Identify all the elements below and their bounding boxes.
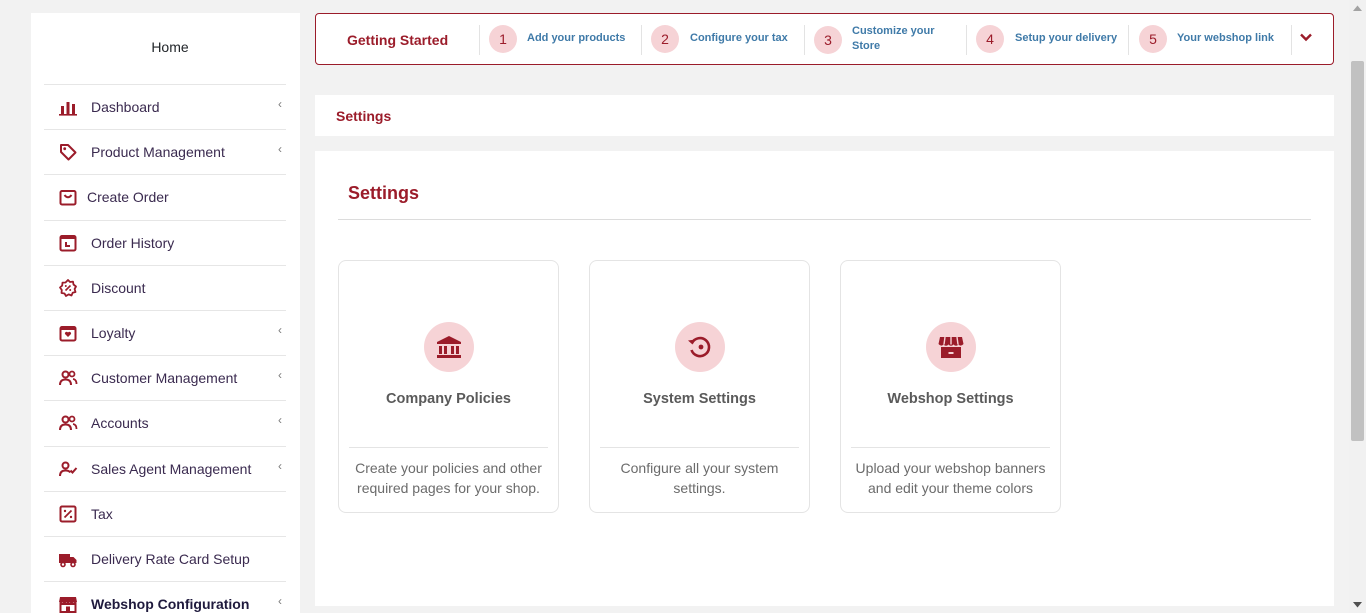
users-icon <box>58 368 78 388</box>
sidebar-item-dashboard[interactable]: Dashboard ‹ <box>44 84 286 129</box>
sidebar-item-tax[interactable]: Tax <box>44 490 286 536</box>
bar-chart-icon <box>58 97 78 117</box>
chevron-left-icon: ‹ <box>278 368 282 383</box>
truck-icon <box>58 549 78 569</box>
chevron-left-icon: ‹ <box>278 458 282 473</box>
divider <box>966 25 967 55</box>
sidebar-item-product-management[interactable]: Product Management ‹ <box>44 129 286 174</box>
chevron-left-icon: ‹ <box>278 142 282 157</box>
gift-icon <box>58 323 78 343</box>
divider <box>1128 25 1129 55</box>
stepper-title: Getting Started <box>347 32 449 48</box>
bank-icon <box>423 322 474 372</box>
chevron-left-icon: ‹ <box>278 594 282 609</box>
card-title: System Settings <box>643 391 756 407</box>
step-2-number[interactable]: 2 <box>651 25 679 53</box>
divider <box>349 447 548 448</box>
discount-badge-icon <box>58 278 78 298</box>
divider <box>338 219 1311 220</box>
chevron-left-icon: ‹ <box>278 322 282 337</box>
home-link[interactable]: Home <box>31 39 309 55</box>
step-5-link[interactable]: Your webshop link <box>1177 31 1274 46</box>
step-4-link[interactable]: Setup your delivery <box>1015 31 1117 46</box>
scrollbar-thumb[interactable] <box>1351 61 1364 441</box>
sidebar-item-customer-management[interactable]: Customer Management ‹ <box>44 355 286 400</box>
sidebar-item-order-history[interactable]: Order History <box>44 219 286 265</box>
step-4-number[interactable]: 4 <box>976 25 1004 53</box>
sidebar-item-label: Order History <box>91 234 175 251</box>
sidebar-item-label: Product Management <box>91 144 225 161</box>
users-icon <box>58 413 78 433</box>
step-2-link[interactable]: Configure your tax <box>690 31 788 46</box>
sidebar-item-loyalty[interactable]: Loyalty ‹ <box>44 309 286 355</box>
scroll-up-icon[interactable] <box>1352 4 1363 12</box>
shopping-bag-icon <box>58 187 78 207</box>
history-icon <box>674 322 725 372</box>
calendar-clock-icon <box>58 233 78 253</box>
divider <box>479 25 480 55</box>
step-3-link[interactable]: Customize your Store <box>852 24 935 54</box>
step-3-label-line1: Customize your <box>852 25 935 37</box>
step-5-number[interactable]: 5 <box>1139 25 1167 53</box>
sidebar-item-sales-agent-management[interactable]: Sales Agent Management ‹ <box>44 445 286 491</box>
sidebar-item-label: Sales Agent Management <box>91 460 252 477</box>
sidebar-item-accounts[interactable]: Accounts ‹ <box>44 400 286 445</box>
sidebar-item-label: Loyalty <box>91 325 136 342</box>
sidebar-item-label: Webshop Configuration <box>91 596 250 613</box>
chevron-left-icon: ‹ <box>278 413 282 428</box>
divider <box>1291 25 1292 55</box>
getting-started-stepper: Getting Started 1 Add your products 2 Co… <box>315 13 1334 65</box>
card-title: Webshop Settings <box>887 391 1014 407</box>
storefront-icon <box>58 594 78 613</box>
company-policies-card[interactable]: Company Policies Create your policies an… <box>338 260 559 513</box>
sidebar-item-create-order[interactable]: Create Order <box>44 174 286 219</box>
divider <box>851 447 1050 448</box>
user-check-icon <box>58 459 78 479</box>
chevron-left-icon: ‹ <box>278 97 282 111</box>
breadcrumb: Settings <box>315 95 1334 136</box>
sidebar-item-discount[interactable]: Discount <box>44 264 286 310</box>
sidebar-item-label: Accounts <box>91 415 149 432</box>
sidebar-item-label: Tax <box>91 505 113 522</box>
tag-icon <box>58 142 78 162</box>
system-settings-card[interactable]: System Settings Configure all your syste… <box>589 260 810 513</box>
scroll-down-icon[interactable] <box>1352 601 1363 609</box>
step-3-label-line2: Store <box>852 40 881 52</box>
sidebar-item-label: Dashboard <box>91 99 160 116</box>
page-title: Settings <box>348 183 420 203</box>
sidebar-item-delivery-rate-card-setup[interactable]: Delivery Rate Card Setup <box>44 535 286 581</box>
webshop-settings-card[interactable]: Webshop Settings Upload your webshop ban… <box>840 260 1061 513</box>
card-description: Create your policies and other required … <box>355 460 542 496</box>
sidebar-item-webshop-configuration[interactable]: Webshop Configuration ‹ <box>44 581 286 613</box>
divider <box>641 25 642 55</box>
sidebar-item-label: Discount <box>91 279 146 296</box>
storefront-icon <box>925 322 976 372</box>
settings-panel: Settings Company Policies Create your po… <box>315 151 1334 606</box>
sidebar-item-label: Customer Management <box>91 370 238 387</box>
card-title: Company Policies <box>386 391 511 407</box>
card-description: Configure all your system settings. <box>620 460 779 496</box>
sidebar: Home Dashboard ‹ Product Management ‹ Cr… <box>31 13 300 613</box>
divider <box>804 25 805 55</box>
percent-icon <box>58 504 78 524</box>
breadcrumb-current: Settings <box>336 108 392 124</box>
card-description: Upload your webshop banners and edit you… <box>855 460 1046 496</box>
chevron-down-icon[interactable] <box>1299 30 1313 44</box>
sidebar-nav: Dashboard ‹ Product Management ‹ Create … <box>44 84 286 613</box>
divider <box>600 447 799 448</box>
sidebar-item-label: Create Order <box>87 189 169 206</box>
sidebar-item-label: Delivery Rate Card Setup <box>91 550 250 567</box>
step-1-link[interactable]: Add your products <box>527 31 625 46</box>
step-3-number[interactable]: 3 <box>814 26 842 54</box>
step-1-number[interactable]: 1 <box>489 25 517 53</box>
